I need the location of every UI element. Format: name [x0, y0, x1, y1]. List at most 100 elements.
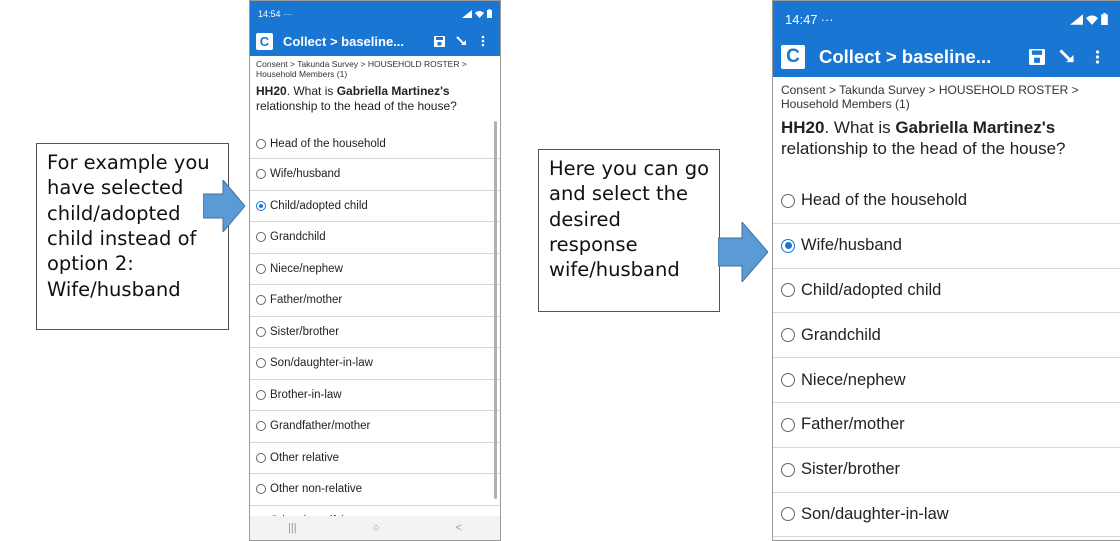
answer-option-label: Son/daughter-in-law — [801, 504, 949, 523]
radio-selected-icon[interactable] — [781, 238, 795, 253]
callout-right: Here you can go and select the desired r… — [538, 149, 720, 312]
notification-icons: ··· — [820, 11, 834, 27]
answer-option[interactable]: Head of the household — [250, 129, 500, 159]
question-code: HH20 — [256, 83, 287, 98]
answer-option-label: Son/daughter-in-law — [270, 357, 373, 370]
question-post: relationship to the head of the house? — [781, 139, 1066, 159]
answer-option[interactable]: Sister/brother — [250, 317, 500, 348]
signal-icon — [1070, 13, 1083, 25]
radio-unselected-icon[interactable] — [256, 326, 266, 337]
signal-icon — [462, 9, 472, 18]
radio-unselected-icon[interactable] — [256, 169, 266, 180]
answer-option[interactable]: Sister/brother — [773, 448, 1120, 493]
answer-option-label: Head of the household — [270, 137, 386, 150]
save-icon — [433, 35, 445, 47]
collect-logo-icon: C — [781, 45, 805, 69]
answer-option[interactable]: Grandchild — [773, 313, 1120, 359]
answer-option[interactable]: Son/daughter-in-law — [773, 493, 1120, 538]
question-text: HH20. What is Gabriella Martinez's relat… — [256, 84, 494, 114]
radio-unselected-icon[interactable] — [781, 283, 795, 298]
answer-option[interactable]: Wife/husband — [773, 224, 1120, 269]
status-bar: 14:54 ··· — [250, 1, 500, 26]
answer-option[interactable]: Father/mother — [773, 403, 1120, 448]
answer-option-label: Father/mother — [801, 415, 905, 434]
jump-button[interactable] — [450, 30, 472, 52]
answer-option-label: Wife/husband — [270, 168, 341, 181]
battery-icon — [1101, 13, 1108, 25]
app-title: Collect > baseline... — [819, 46, 992, 67]
radio-selected-icon[interactable] — [256, 200, 266, 211]
breadcrumb: Consent > Takunda Survey > HOUSEHOLD ROS… — [781, 83, 1079, 112]
answer-option-label: Grandchild — [801, 325, 881, 344]
battery-icon — [487, 9, 492, 18]
jump-arrow-icon — [455, 35, 466, 45]
answer-option-label: Child/adopted child — [270, 199, 368, 212]
answer-option[interactable]: Niece/nephew — [250, 254, 500, 285]
back-button[interactable]: < — [456, 522, 462, 534]
answer-option[interactable]: Niece/nephew — [773, 358, 1120, 403]
answer-option[interactable]: Child/adopted child — [773, 269, 1120, 314]
answer-option[interactable]: Father/mother — [250, 285, 500, 317]
radio-unselected-icon[interactable] — [256, 263, 266, 274]
status-bar: 14:47 ··· — [773, 1, 1120, 37]
question-pre: . What is — [824, 117, 896, 137]
answer-option[interactable]: Grandfather/mother — [250, 411, 500, 443]
radio-unselected-icon[interactable] — [781, 373, 795, 388]
question-code: HH20 — [781, 117, 825, 137]
status-time: 14:54 — [258, 8, 281, 19]
radio-unselected-icon[interactable] — [256, 484, 266, 495]
radio-unselected-icon[interactable] — [781, 328, 795, 343]
radio-unselected-icon[interactable] — [781, 417, 795, 432]
answer-option[interactable]: Grandchild — [250, 222, 500, 254]
more-options-button[interactable] — [1082, 42, 1112, 72]
answer-options: Head of the household Wife/husband Child/a… — [773, 179, 1120, 538]
answer-option-label: Other relative — [270, 451, 340, 464]
question-pre: . What is — [286, 83, 337, 98]
scrollbar[interactable] — [494, 121, 497, 499]
answer-option[interactable]: Head of the household — [773, 179, 1120, 224]
answer-option-label: Father/mother — [270, 294, 343, 307]
answer-option[interactable]: Brother-in-law — [250, 380, 500, 411]
answer-option[interactable]: Son/daughter-in-law — [250, 348, 500, 380]
jump-arrow-icon — [1059, 49, 1074, 63]
question-content: Consent > Takunda Survey > HOUSEHOLD ROS… — [773, 77, 1120, 159]
phone-screenshot-after: 14:47 ··· C Collect > baseline... Consen… — [772, 0, 1120, 541]
radio-unselected-icon[interactable] — [256, 389, 266, 400]
radio-unselected-icon[interactable] — [256, 295, 266, 306]
answer-option[interactable]: Wife/husband — [250, 159, 500, 191]
radio-unselected-icon[interactable] — [781, 507, 795, 522]
save-button[interactable] — [1022, 42, 1052, 72]
radio-unselected-icon[interactable] — [781, 462, 795, 477]
save-button[interactable] — [428, 30, 450, 52]
arrow-right-icon — [718, 222, 768, 282]
answer-option-label: Niece/nephew — [270, 262, 343, 275]
radio-unselected-icon[interactable] — [781, 193, 795, 208]
breadcrumb: Consent > Takunda Survey > HOUSEHOLD ROS… — [256, 59, 467, 79]
system-nav-bar: ||| ○ < — [250, 516, 500, 540]
radio-unselected-icon[interactable] — [256, 358, 266, 369]
radio-unselected-icon[interactable] — [256, 138, 266, 149]
radio-unselected-icon[interactable] — [256, 452, 266, 463]
answer-option-label: Other non-relative — [270, 483, 363, 496]
answer-options: Head of the household Wife/husband Child/a… — [250, 129, 500, 537]
answer-option-label: Wife/husband — [801, 236, 902, 255]
more-options-button[interactable] — [472, 30, 494, 52]
jump-button[interactable] — [1052, 42, 1082, 72]
radio-unselected-icon[interactable] — [256, 421, 266, 432]
arrow-right-icon — [203, 180, 245, 232]
answer-option[interactable]: Other non-relative — [250, 474, 500, 506]
home-button[interactable]: ○ — [373, 522, 380, 534]
answer-option-label: Sister/brother — [801, 460, 901, 479]
answer-option[interactable]: Other relative — [250, 443, 500, 474]
answer-option-label: Child/adopted child — [801, 280, 942, 299]
question-name: Gabriella Martinez's — [336, 83, 450, 98]
more-icon — [1095, 50, 1099, 64]
radio-unselected-icon[interactable] — [256, 232, 266, 243]
answer-option[interactable]: Child/adopted child — [250, 191, 500, 222]
recent-apps-button[interactable]: ||| — [288, 522, 297, 534]
question-content: Consent > Takunda Survey > HOUSEHOLD ROS… — [250, 56, 500, 114]
answer-option-label: Brother-in-law — [270, 388, 342, 401]
question-name: Gabriella Martinez's — [895, 117, 1056, 137]
collect-logo-icon: C — [256, 32, 273, 50]
answer-option-label: Grandfather/mother — [270, 420, 371, 433]
